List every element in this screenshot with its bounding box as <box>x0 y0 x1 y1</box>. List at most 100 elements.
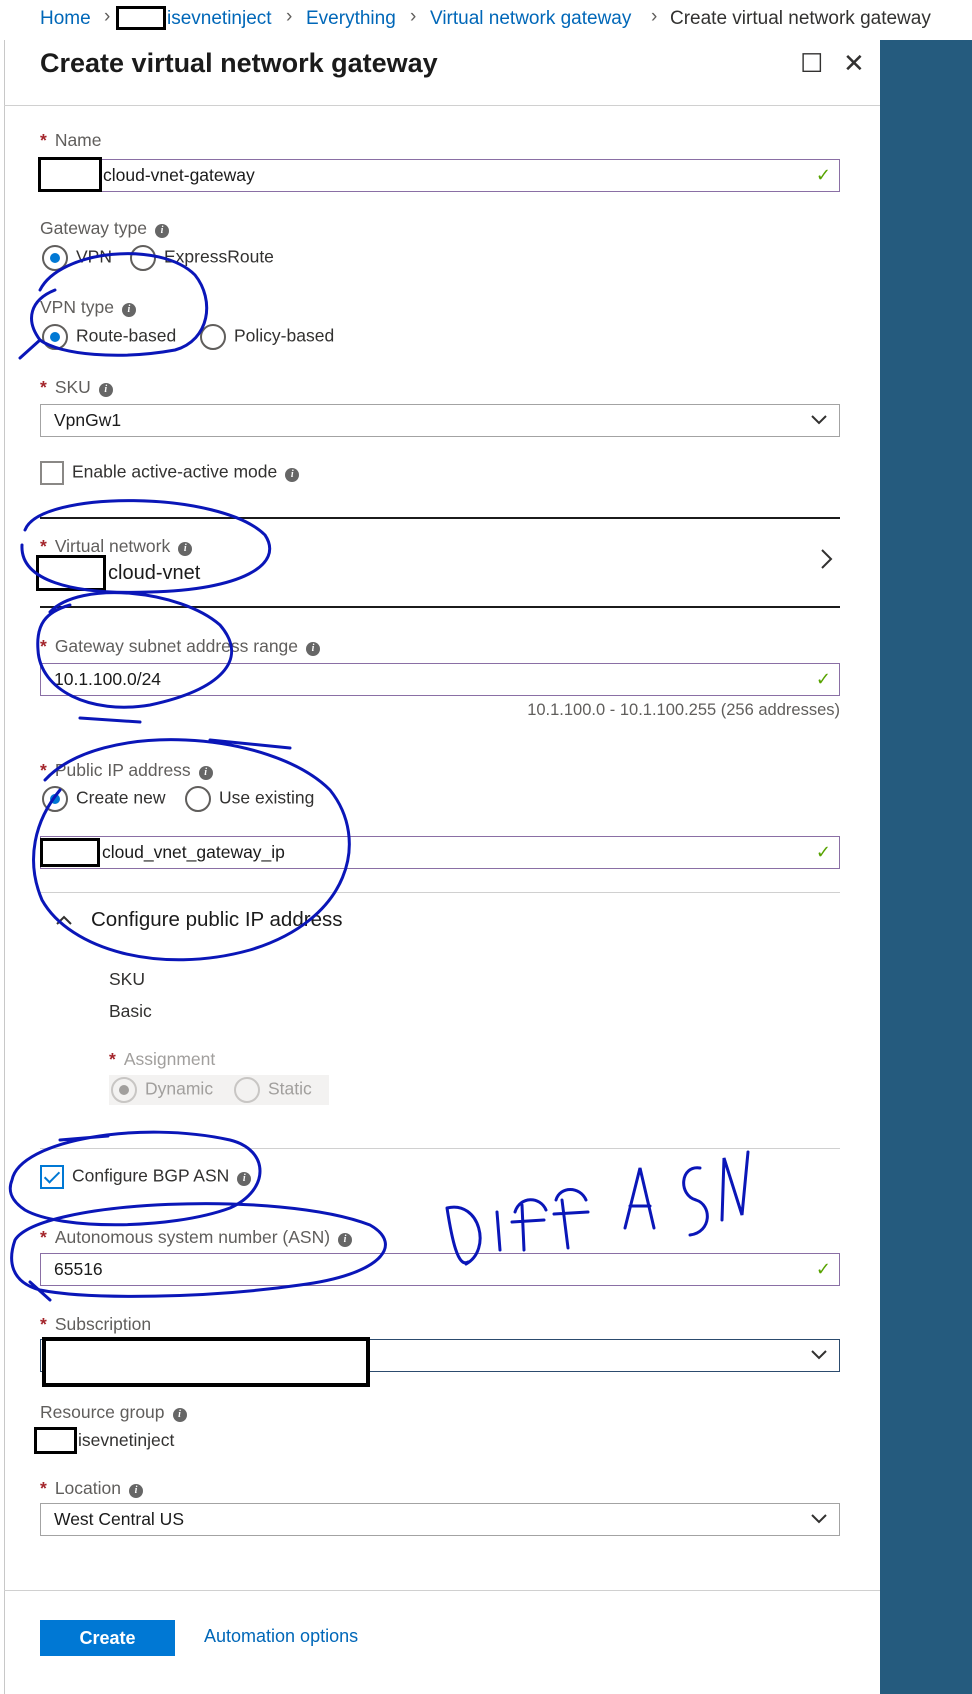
required-marker: * <box>40 760 47 780</box>
close-icon[interactable]: ✕ <box>843 50 865 76</box>
name-label: * Name <box>40 130 102 150</box>
radio-button <box>130 245 156 271</box>
radio-button <box>111 1077 137 1103</box>
subscription-label: * Subscription <box>40 1314 152 1334</box>
required-marker: * <box>40 1314 47 1334</box>
public-ip-sku-value: Basic <box>109 1001 152 1021</box>
bgp-checkbox[interactable]: Configure BGP ASN i <box>40 1165 252 1189</box>
active-active-checkbox[interactable]: Enable active-active mode i <box>40 461 300 485</box>
chevron-down-icon <box>811 1340 827 1360</box>
info-icon[interactable]: i <box>172 1408 187 1422</box>
asn-value: 65516 <box>54 1259 103 1279</box>
automation-options-link[interactable]: Automation options <box>204 1626 358 1647</box>
radio-button <box>234 1077 260 1103</box>
resource-group-value: isevnetinject <box>78 1430 175 1450</box>
gateway-subnet-input[interactable]: 10.1.100.0/24 ✓ <box>40 663 840 696</box>
required-marker: * <box>109 1049 116 1069</box>
radio-static: Static <box>234 1077 312 1103</box>
sku-label: * SKU i <box>40 377 113 398</box>
info-icon[interactable]: i <box>285 467 300 482</box>
public-ip-name-value: cloud_vnet_gateway_ip <box>102 842 285 862</box>
section-divider <box>40 892 840 893</box>
section-divider <box>40 517 840 519</box>
info-icon[interactable]: i <box>128 1484 143 1498</box>
asn-input[interactable]: 65516 ✓ <box>40 1253 840 1286</box>
redaction-box <box>36 555 106 591</box>
checkmark-icon: ✓ <box>815 165 831 185</box>
info-icon[interactable]: i <box>98 383 113 397</box>
gateway-subnet-label: * Gateway subnet address range i <box>40 636 321 657</box>
name-input[interactable]: cloud-vnet-gateway ✓ <box>40 159 840 192</box>
radio-button <box>42 324 68 350</box>
section-divider <box>40 606 840 608</box>
public-ip-name-input[interactable]: cloud_vnet_gateway_ip ✓ <box>40 836 840 869</box>
radio-button <box>42 245 68 271</box>
checkbox-box <box>40 1165 64 1189</box>
radio-create-new[interactable]: Create new <box>42 786 166 812</box>
resource-group-label: Resource group i <box>40 1402 187 1423</box>
sku-select[interactable]: VpnGw1 <box>40 404 840 437</box>
create-button[interactable]: Create <box>40 1620 175 1656</box>
redaction-box <box>34 1427 77 1454</box>
chevron-right-icon: › <box>410 6 417 27</box>
redaction-box <box>40 838 100 867</box>
breadcrumb-everything[interactable]: Everything <box>306 8 396 30</box>
assignment-label: * Assignment <box>109 1049 216 1069</box>
info-icon[interactable]: i <box>121 303 136 317</box>
radio-dynamic: Dynamic <box>111 1077 213 1103</box>
configure-public-ip-header[interactable]: Configure public IP address <box>91 908 342 932</box>
redaction-box <box>116 6 166 30</box>
vpn-type-label: VPN type i <box>40 297 136 318</box>
info-icon[interactable]: i <box>338 1233 353 1247</box>
virtual-network-label: * Virtual network i <box>40 536 193 557</box>
gateway-subnet-value: 10.1.100.0/24 <box>54 669 162 689</box>
page-title: Create virtual network gateway <box>40 48 438 78</box>
breadcrumb-vng[interactable]: Virtual network gateway <box>430 8 631 30</box>
chevron-right-icon: › <box>104 6 111 27</box>
radio-route-based[interactable]: Route-based <box>42 324 176 350</box>
info-icon[interactable]: i <box>237 1171 252 1186</box>
required-marker: * <box>40 536 47 556</box>
name-value: cloud-vnet-gateway <box>103 165 255 185</box>
required-marker: * <box>40 636 47 656</box>
portal-background <box>880 40 972 1694</box>
chevron-right-icon: › <box>286 6 293 27</box>
footer-divider <box>4 1590 880 1591</box>
redaction-box <box>38 157 102 192</box>
radio-policy-based[interactable]: Policy-based <box>200 324 334 350</box>
checkbox-box <box>40 461 64 485</box>
radio-vpn[interactable]: VPN <box>42 245 112 271</box>
info-icon[interactable]: i <box>178 542 193 556</box>
public-ip-label: * Public IP address i <box>40 760 213 781</box>
info-icon[interactable]: i <box>155 224 169 238</box>
radio-use-existing[interactable]: Use existing <box>185 786 314 812</box>
virtual-network-value[interactable]: cloud-vnet <box>108 562 200 585</box>
required-marker: * <box>40 377 47 397</box>
required-marker: * <box>40 1478 47 1498</box>
gateway-type-label: Gateway type i <box>40 218 169 239</box>
radio-expressroute[interactable]: ExpressRoute <box>130 245 274 271</box>
radio-button <box>42 786 68 812</box>
title-divider <box>4 105 880 106</box>
maximize-icon[interactable]: ☐ <box>800 50 823 76</box>
breadcrumb: Home › isevnetinject › Everything › Virt… <box>0 0 972 40</box>
public-ip-sku-label: SKU <box>109 969 145 989</box>
breadcrumb-resource-group[interactable]: isevnetinject <box>167 8 272 30</box>
chevron-down-icon <box>811 405 827 425</box>
chevron-right-icon[interactable] <box>820 548 834 575</box>
required-marker: * <box>40 1227 47 1247</box>
breadcrumb-home[interactable]: Home <box>40 8 91 30</box>
checkmark-icon: ✓ <box>815 669 831 689</box>
sku-value: VpnGw1 <box>54 410 122 430</box>
chevron-right-icon: › <box>651 6 658 27</box>
subnet-range-hint: 10.1.100.0 - 10.1.100.255 (256 addresses… <box>527 701 840 719</box>
asn-label: * Autonomous system number (ASN) i <box>40 1227 353 1248</box>
radio-button <box>185 786 211 812</box>
checkmark-icon: ✓ <box>815 1259 831 1279</box>
location-select[interactable]: West Central US <box>40 1503 840 1536</box>
chevron-up-icon[interactable] <box>56 912 72 930</box>
info-icon[interactable]: i <box>306 642 321 656</box>
info-icon[interactable]: i <box>198 766 213 780</box>
location-label: * Location i <box>40 1478 143 1499</box>
section-divider <box>40 1148 840 1149</box>
